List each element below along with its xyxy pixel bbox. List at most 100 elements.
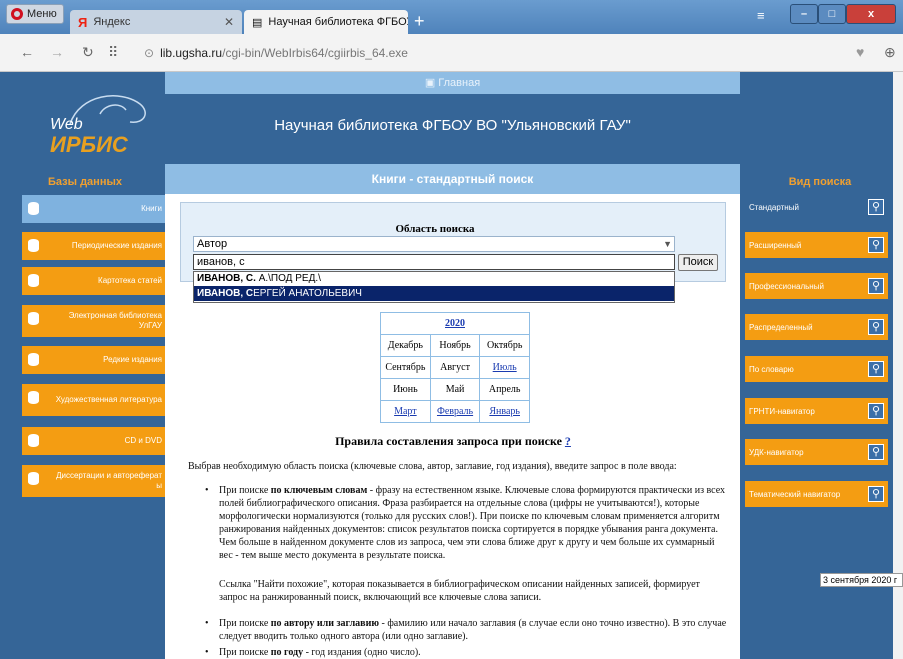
download-icon[interactable]: ⊕ [884, 44, 896, 61]
back-icon[interactable]: ← [20, 44, 34, 60]
maximize-button[interactable]: □ [818, 4, 846, 24]
rule-keywords-note: Ссылка "Найти похожие", которая показыва… [219, 579, 700, 603]
sidebar-item-periodicals[interactable]: Периодические издания [22, 232, 166, 260]
help-link[interactable]: ? [565, 434, 571, 448]
taskbar-date: 3 сентября 2020 г [820, 573, 903, 587]
autocomplete-list: ИВАНОВ, С. А.\ПОД РЕД.\ ИВАНОВ, СЕРГЕЙ А… [193, 271, 675, 303]
close-tab-icon[interactable]: ✕ [224, 15, 234, 29]
search-type-standard[interactable]: Стандартный ⚲ [745, 194, 888, 220]
url-path: /cgi-bin/WebIrbis64/cgiirbis_64.exe [222, 46, 408, 60]
web-irbis-logo: Web ИРБИС [40, 84, 150, 164]
search-icon: ⚲ [868, 486, 884, 502]
opera-menu-button[interactable]: Меню [6, 4, 64, 24]
chevron-down-icon: ▼ [663, 239, 672, 249]
tab-label: Научная библиотека ФГБОУ [268, 16, 408, 28]
top-menu[interactable]: ▣ Главная [165, 72, 740, 94]
calendar-month-link[interactable]: Июль [479, 356, 530, 379]
speed-dial-icon[interactable]: ⠿ [108, 44, 118, 61]
search-type-label: Профессиональный [749, 281, 824, 291]
minimize-button[interactable]: – [790, 4, 818, 24]
sidebar-item-dissertations[interactable]: Диссертации и автореферат ы [22, 465, 166, 497]
rule-keywords: При поиске по ключевым словам - фразу на… [205, 484, 730, 562]
site-title: Научная библиотека ФГБОУ ВО "Ульяновский… [274, 117, 631, 134]
calendar-month-link[interactable]: Март [380, 400, 431, 423]
search-button[interactable]: Поиск [678, 254, 718, 271]
search-type-heading: Вид поиска [788, 176, 852, 188]
search-icon: ⚲ [868, 403, 884, 419]
sidebar-item-books[interactable]: Книги [22, 195, 166, 223]
sidebar-item-label: Картотека статей [98, 276, 162, 285]
reload-icon[interactable]: ↻ [82, 44, 94, 61]
tab-yandex[interactable]: Я Яндекс ✕ [70, 10, 242, 34]
calendar-year[interactable]: 2020 [380, 312, 530, 335]
tab-menu-icon[interactable]: ≡ [757, 8, 765, 23]
search-icon: ⚲ [868, 278, 884, 294]
calendar-month: Сентябрь [380, 356, 431, 379]
sidebar-item-rare[interactable]: Редкие издания [22, 346, 166, 374]
search-type-udk[interactable]: УДК-навигатор ⚲ [745, 439, 888, 465]
tab-library[interactable]: ▤ Научная библиотека ФГБОУ ✕ [244, 10, 408, 34]
autocomplete-item[interactable]: ИВАНОВ, С. А.\ПОД РЕД.\ [194, 272, 674, 286]
search-area-value: Автор [197, 238, 228, 250]
database-icon [28, 391, 39, 404]
search-input[interactable]: иванов, с [193, 254, 675, 270]
database-icon [28, 239, 39, 252]
sidebar-item-label: Художественная литература [55, 395, 162, 404]
close-window-button[interactable]: x [846, 4, 896, 24]
search-type-dictionary[interactable]: По словарю ⚲ [745, 356, 888, 382]
calendar-month: Май [429, 378, 481, 401]
sidebar-item-fiction[interactable]: Художественная литература [22, 384, 166, 416]
search-type-label: Расширенный [749, 240, 802, 250]
search-type-grnti[interactable]: ГРНТИ-навигатор ⚲ [745, 398, 888, 424]
database-icon [28, 434, 39, 447]
forward-icon[interactable]: → [50, 44, 64, 60]
database-icon [28, 202, 39, 215]
suggestion-rest: А.\ПОД РЕД.\ [255, 273, 321, 284]
sidebar-item-label: Периодические издания [71, 241, 162, 250]
web-page: ▣ Главная Web ИРБИС Научная библиотека Ф… [0, 72, 903, 659]
search-type-label: По словарю [749, 364, 794, 374]
autocomplete-item-selected[interactable]: ИВАНОВ, СЕРГЕЙ АНАТОЛЬЕВИЧ [194, 286, 674, 301]
opera-logo-icon [11, 8, 23, 20]
home-icon: ▣ [424, 77, 439, 89]
home-link[interactable]: Главная [438, 77, 480, 89]
heart-icon[interactable]: ♥ [856, 44, 864, 60]
calendar-month: Апрель [479, 378, 530, 401]
sidebar-item-e-library[interactable]: Электронная библиотека УлГАУ [22, 305, 166, 337]
url-domain: lib.ugsha.ru [160, 46, 223, 60]
databases-heading: Базы данных [48, 176, 122, 188]
url-field[interactable]: ⊙ lib.ugsha.ru/cgi-bin/WebIrbis64/cgiirb… [144, 42, 844, 64]
search-type-thematic[interactable]: Тематический навигатор ⚲ [745, 481, 888, 507]
sidebar-item-articles[interactable]: Картотека статей [22, 267, 166, 295]
search-type-label: Стандартный [749, 202, 799, 212]
sidebar-item-label: CD и DVD [124, 436, 162, 445]
new-tab-button[interactable]: + [414, 12, 425, 30]
rules-title: Правила составления запроса при поиске [335, 434, 562, 448]
search-icon: ⚲ [868, 444, 884, 460]
yandex-icon: Я [78, 14, 88, 30]
new-arrivals-calendar: 2020 Декабрь Ноябрь Октябрь Сентябрь Август… [380, 312, 530, 423]
globe-icon: ⊙ [144, 46, 155, 60]
rule-author-title: При поиске по автору или заглавию - фами… [205, 617, 730, 643]
sidebar-item-cd-dvd[interactable]: CD и DVD [22, 427, 166, 455]
database-icon [28, 353, 39, 366]
sidebar-item-label: Редкие издания [103, 355, 162, 364]
sidebar-item-label: Диссертации и автореферат ы [56, 471, 162, 490]
search-type-extended[interactable]: Расширенный ⚲ [745, 232, 888, 258]
calendar-month-link[interactable]: Январь [479, 400, 530, 423]
search-type-professional[interactable]: Профессиональный ⚲ [745, 273, 888, 299]
document-icon: ▤ [252, 16, 263, 29]
sidebar-item-label: Книги [141, 204, 162, 213]
address-bar-area: ← → ↻ ⠿ ⊙ lib.ugsha.ru/cgi-bin/WebIrbis6… [0, 34, 903, 72]
database-icon [28, 274, 39, 287]
search-icon: ⚲ [868, 319, 884, 335]
scrollbar[interactable] [893, 72, 903, 659]
database-icon [28, 312, 39, 325]
tab-label: Яндекс [93, 16, 131, 28]
search-area-select[interactable]: Автор ▼ [193, 236, 675, 252]
calendar-month: Октябрь [479, 334, 530, 357]
suggestion-match: ИВАНОВ, С [197, 288, 254, 299]
search-type-distributed[interactable]: Распределенный ⚲ [745, 314, 888, 340]
calendar-month-link[interactable]: Февраль [429, 400, 481, 423]
search-type-label: ГРНТИ-навигатор [749, 406, 815, 416]
